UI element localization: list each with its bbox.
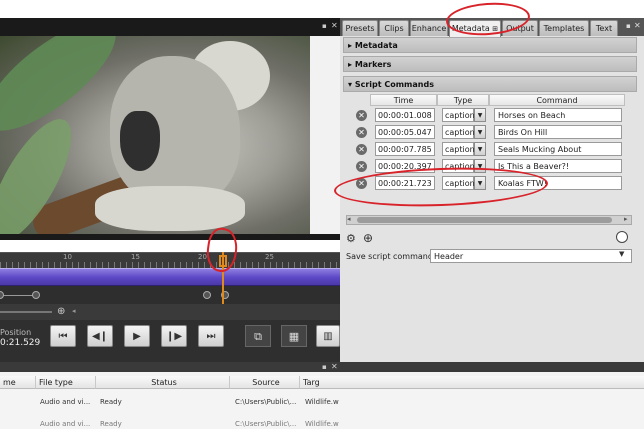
row-target: Wildlife.w bbox=[305, 420, 339, 428]
tick-label: 15 bbox=[131, 253, 140, 261]
delete-command-button[interactable]: ✕ bbox=[356, 144, 367, 155]
row-status: Ready bbox=[100, 398, 122, 406]
command-time-field[interactable]: 00:00:07.785 bbox=[375, 142, 435, 156]
koala-paw-shape bbox=[95, 186, 245, 231]
column-header-name[interactable]: me bbox=[0, 376, 36, 389]
scrollbar-thumb[interactable] bbox=[357, 217, 612, 223]
close-icon[interactable]: ✕ bbox=[331, 362, 338, 371]
command-time-field[interactable]: 00:00:01.008 bbox=[375, 108, 435, 122]
zoom-slider[interactable] bbox=[0, 311, 52, 313]
row-file-type: Audio and vi... bbox=[40, 420, 91, 428]
filmstrip-view-button[interactable]: ▦ bbox=[281, 325, 307, 347]
column-header-type[interactable]: Type bbox=[437, 94, 489, 106]
pin-icon[interactable]: ▪ bbox=[322, 363, 327, 371]
marker-handle[interactable] bbox=[203, 291, 211, 299]
next-frame-button[interactable]: ❙▶ bbox=[161, 325, 187, 347]
tab-enhance[interactable]: Enhance bbox=[410, 20, 448, 36]
expand-arrow-icon: ▾ bbox=[348, 80, 355, 89]
tick-label: 20 bbox=[198, 253, 207, 261]
command-type-select[interactable]: caption bbox=[442, 108, 475, 122]
trim-handle[interactable] bbox=[32, 291, 40, 299]
delete-command-button[interactable]: ✕ bbox=[356, 161, 367, 172]
command-text-field[interactable]: Birds On Hill bbox=[494, 125, 622, 139]
full-view-button[interactable]: ▥ bbox=[316, 325, 340, 347]
command-type-select[interactable]: caption bbox=[442, 142, 475, 156]
tab-text[interactable]: Text bbox=[590, 20, 618, 36]
scroll-left-icon[interactable]: ◂ bbox=[347, 215, 351, 223]
command-type-select[interactable]: caption bbox=[442, 125, 475, 139]
chevron-down-icon[interactable]: ▼ bbox=[619, 250, 624, 258]
section-script-commands[interactable]: ▾ Script Commands bbox=[343, 76, 637, 92]
row-file-type: Audio and vi... bbox=[40, 398, 91, 406]
timeline-clip[interactable] bbox=[0, 268, 340, 286]
scroll-right-icon[interactable]: ▸ bbox=[624, 215, 628, 223]
section-title: Script Commands bbox=[354, 80, 434, 89]
preview-bottom-bar bbox=[0, 240, 340, 252]
top-strip bbox=[0, 0, 644, 18]
command-text-field[interactable]: Horses on Beach bbox=[494, 108, 622, 122]
column-header-time[interactable]: Time bbox=[370, 94, 437, 106]
section-title: Markers bbox=[354, 60, 392, 69]
gear-icon[interactable]: ⚙ bbox=[346, 232, 356, 245]
chevron-down-icon[interactable]: ▼ bbox=[474, 108, 486, 122]
save-commands-select[interactable]: Header bbox=[430, 249, 632, 263]
previous-frame-button[interactable]: ◀❙ bbox=[87, 325, 113, 347]
chevron-down-icon[interactable]: ▼ bbox=[474, 142, 486, 156]
tab-clips[interactable]: Clips bbox=[379, 20, 409, 36]
column-header-command[interactable]: Command bbox=[489, 94, 625, 106]
row-source: C:\Users\Public\... bbox=[235, 420, 297, 428]
command-text-field[interactable]: Seals Mucking About bbox=[494, 142, 622, 156]
row-source: C:\Users\Public\... bbox=[235, 398, 297, 406]
add-command-icon[interactable]: ⊕ bbox=[363, 231, 373, 245]
clock-icon[interactable] bbox=[616, 231, 628, 243]
column-header-target[interactable]: Targ bbox=[300, 376, 644, 389]
row-target: Wildlife.w bbox=[305, 398, 339, 406]
tab-presets[interactable]: Presets bbox=[342, 20, 378, 36]
play-button[interactable]: ▶ bbox=[124, 325, 150, 347]
video-margin bbox=[310, 36, 340, 234]
column-header-status[interactable]: Status bbox=[96, 376, 230, 389]
section-markers[interactable]: ▸ Markers bbox=[343, 56, 637, 72]
section-metadata[interactable]: ▸ Metadata bbox=[343, 37, 637, 53]
delete-command-button[interactable]: ✕ bbox=[356, 127, 367, 138]
video-preview bbox=[0, 36, 310, 234]
position-value: 0:21.529 bbox=[0, 338, 41, 348]
go-to-start-button[interactable]: ⏮ bbox=[50, 325, 76, 347]
column-header-file-type[interactable]: File type bbox=[36, 376, 96, 389]
pin-icon[interactable]: ▪ bbox=[626, 22, 631, 30]
go-to-end-button[interactable]: ⏭ bbox=[198, 325, 224, 347]
delete-command-button[interactable]: ✕ bbox=[356, 110, 367, 121]
tab-templates[interactable]: Templates bbox=[539, 20, 589, 36]
zoom-icon[interactable]: ⊕ bbox=[57, 306, 65, 317]
scroll-arrow-icon[interactable]: ◂ bbox=[72, 307, 76, 315]
tick-label: 25 bbox=[265, 253, 274, 261]
pin-icon[interactable]: ▪ bbox=[322, 22, 327, 30]
koala-nose-shape bbox=[120, 111, 160, 171]
tick-label: 10 bbox=[63, 253, 72, 261]
marker-row bbox=[0, 286, 340, 304]
close-icon[interactable]: ✕ bbox=[331, 21, 338, 30]
column-header-source[interactable]: Source bbox=[230, 376, 300, 389]
collapse-arrow-icon: ▸ bbox=[348, 60, 355, 69]
collapse-arrow-icon: ▸ bbox=[348, 41, 355, 50]
row-status: Ready bbox=[100, 420, 122, 428]
close-icon[interactable]: ✕ bbox=[634, 21, 641, 30]
split-view-button[interactable]: ⧉ bbox=[245, 325, 271, 347]
command-time-field[interactable]: 00:00:05.047 bbox=[375, 125, 435, 139]
section-title: Metadata bbox=[354, 41, 398, 50]
chevron-down-icon[interactable]: ▼ bbox=[474, 125, 486, 139]
position-label: Position bbox=[0, 328, 32, 337]
